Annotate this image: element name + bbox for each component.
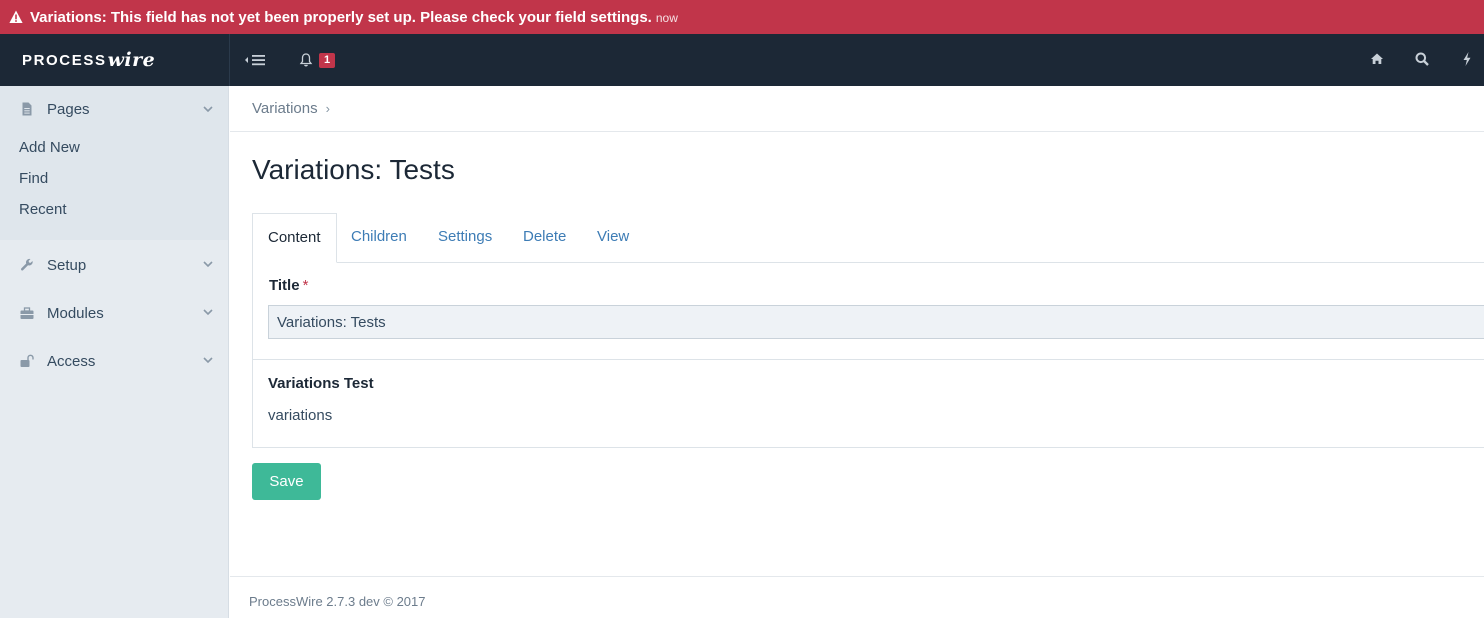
field-divider <box>253 359 1484 360</box>
breadcrumb-item[interactable]: Variations <box>252 100 318 117</box>
tab-settings[interactable]: Settings <box>438 213 492 263</box>
sidebar-subitem-recent[interactable]: Recent <box>0 194 228 225</box>
sidebar-item-label: Modules <box>47 304 104 322</box>
sidebar-item-label: Setup <box>47 256 87 274</box>
sidebar-item-label: Pages <box>47 100 90 118</box>
home-icon[interactable] <box>1369 51 1385 67</box>
masthead: PROCESS wire 1 <box>0 34 1484 86</box>
document-icon <box>22 102 32 116</box>
chevron-down-icon <box>203 106 213 113</box>
breadcrumb-separator: › <box>325 101 330 116</box>
chevron-down-icon <box>203 357 213 364</box>
processwire-logo[interactable]: PROCESS wire <box>0 34 229 86</box>
sidebar-section-rest: Setup Modules Access <box>0 240 228 385</box>
title-label-text: Title <box>269 277 300 294</box>
warning-icon <box>9 10 23 23</box>
sidebar-section-pages: Pages Add New Find Recent <box>0 86 228 240</box>
content-panel: Title* Variations Test variations <box>252 262 1484 448</box>
required-marker: * <box>302 277 309 294</box>
title-field-label: Title * <box>269 277 308 294</box>
logo-process: PROCESS <box>22 51 107 69</box>
chevron-down-icon <box>203 261 213 268</box>
breadcrumb: Variations › <box>230 86 1484 132</box>
variations-test-value: variations <box>268 407 333 424</box>
page-title: Variations: Tests <box>252 154 455 185</box>
footer: ProcessWire 2.7.3 dev © 2017 <box>230 576 1484 618</box>
tab-content[interactable]: Content <box>252 213 337 263</box>
sidebar-subitem-add-new[interactable]: Add New <box>0 132 228 163</box>
unlock-icon <box>20 354 34 367</box>
error-notification-bar[interactable]: Variations: This field has not yet been … <box>0 0 1484 34</box>
bell-icon <box>299 53 313 67</box>
notification-message: Variations: This field has not yet been … <box>30 8 652 26</box>
title-input[interactable] <box>268 305 1484 339</box>
sidebar: Pages Add New Find Recent Setup Modules <box>0 86 229 618</box>
menu-toggle-icon[interactable] <box>241 51 269 69</box>
logo-wire: wire <box>107 49 156 71</box>
sidebar-subitem-find[interactable]: Find <box>0 163 228 194</box>
save-button[interactable]: Save <box>252 463 321 500</box>
sidebar-item-setup[interactable]: Setup <box>0 241 228 289</box>
tab-delete[interactable]: Delete <box>523 213 566 263</box>
notification-time: now <box>655 11 678 25</box>
variations-test-label: Variations Test <box>268 375 374 392</box>
wrench-icon <box>20 258 33 271</box>
briefcase-icon <box>20 307 34 319</box>
tab-bar: Content Children Settings Delete View <box>252 213 1484 263</box>
sidebar-item-pages[interactable]: Pages <box>0 86 228 132</box>
masthead-divider <box>229 34 230 86</box>
chevron-down-icon <box>203 309 213 316</box>
search-icon[interactable] <box>1414 51 1430 67</box>
lightning-icon[interactable] <box>1459 51 1475 67</box>
sidebar-item-label: Access <box>47 352 96 370</box>
notification-count-badge: 1 <box>319 52 336 68</box>
sidebar-item-access[interactable]: Access <box>0 337 228 385</box>
sidebar-item-modules[interactable]: Modules <box>0 289 228 337</box>
notifications-button[interactable]: 1 <box>298 49 336 71</box>
tab-view[interactable]: View <box>597 213 629 263</box>
main-content: Variations › Variations: Tests Content C… <box>230 86 1484 618</box>
tab-children[interactable]: Children <box>351 213 407 263</box>
